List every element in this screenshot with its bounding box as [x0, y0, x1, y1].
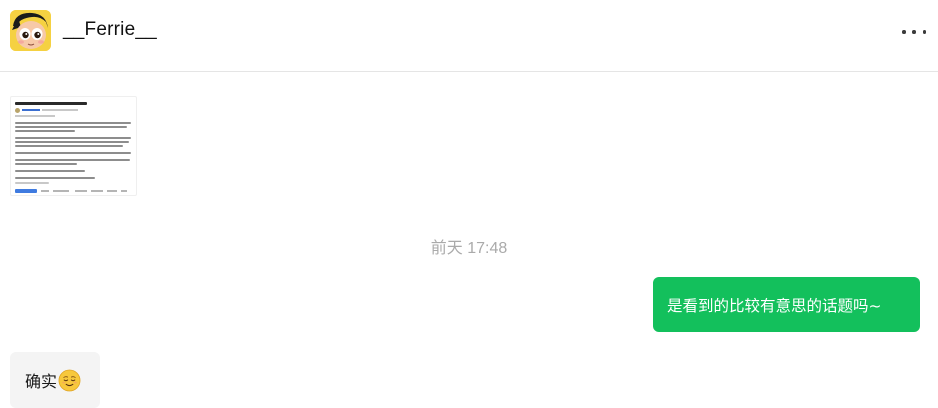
image-thumb-line: [15, 137, 131, 139]
outgoing-message-bubble[interactable]: 是看到的比较有意思的话题吗~: [653, 277, 920, 332]
astro-boy-avatar-icon: [10, 10, 51, 51]
image-thumb-line: [15, 130, 75, 132]
image-thumb-action: [41, 190, 49, 192]
image-thumb-line: [15, 126, 127, 128]
image-thumb-action: [91, 190, 103, 192]
more-dots-icon: [902, 30, 906, 34]
image-thumb-action: [107, 190, 117, 192]
more-options-button[interactable]: [902, 22, 926, 42]
image-thumb-line: [15, 145, 123, 147]
more-dot: [922, 30, 926, 34]
more-dot: [912, 30, 916, 34]
chat-window: __Ferrie__ 前天 17:48 是看到的比较有意思的话题吗~ 确实: [0, 0, 938, 408]
chat-header: __Ferrie__: [0, 0, 938, 72]
image-thumb-vote-button: [15, 189, 37, 193]
image-thumb-action: [121, 190, 127, 192]
image-thumb-action: [75, 190, 87, 192]
image-thumb-line: [15, 163, 77, 165]
outgoing-message-text: 是看到的比较有意思的话题吗~: [667, 296, 882, 315]
contact-name[interactable]: __Ferrie__: [63, 19, 157, 41]
image-thumb-subline: [15, 115, 55, 117]
incoming-message-bubble[interactable]: 确实: [10, 352, 100, 408]
image-thumb-line: [15, 177, 95, 179]
image-thumb-line: [15, 152, 131, 154]
image-thumb-avatar: [15, 108, 20, 113]
image-thumb-author: [22, 109, 40, 111]
image-thumb-meta: [42, 109, 78, 111]
shared-screenshot-image[interactable]: [10, 96, 137, 196]
image-thumb-line: [15, 170, 85, 172]
image-thumb-line: [15, 159, 130, 161]
incoming-message-text: 确实: [25, 372, 58, 391]
message-timestamp: 前天 17:48: [430, 240, 508, 257]
relieved-face-icon: [58, 369, 81, 391]
image-thumb-line: [15, 122, 131, 124]
image-thumb-line: [15, 141, 129, 143]
contact-avatar[interactable]: [10, 10, 51, 51]
image-thumb-action: [53, 190, 69, 192]
image-thumb-line: [15, 182, 49, 184]
image-thumb-title: [15, 102, 87, 105]
